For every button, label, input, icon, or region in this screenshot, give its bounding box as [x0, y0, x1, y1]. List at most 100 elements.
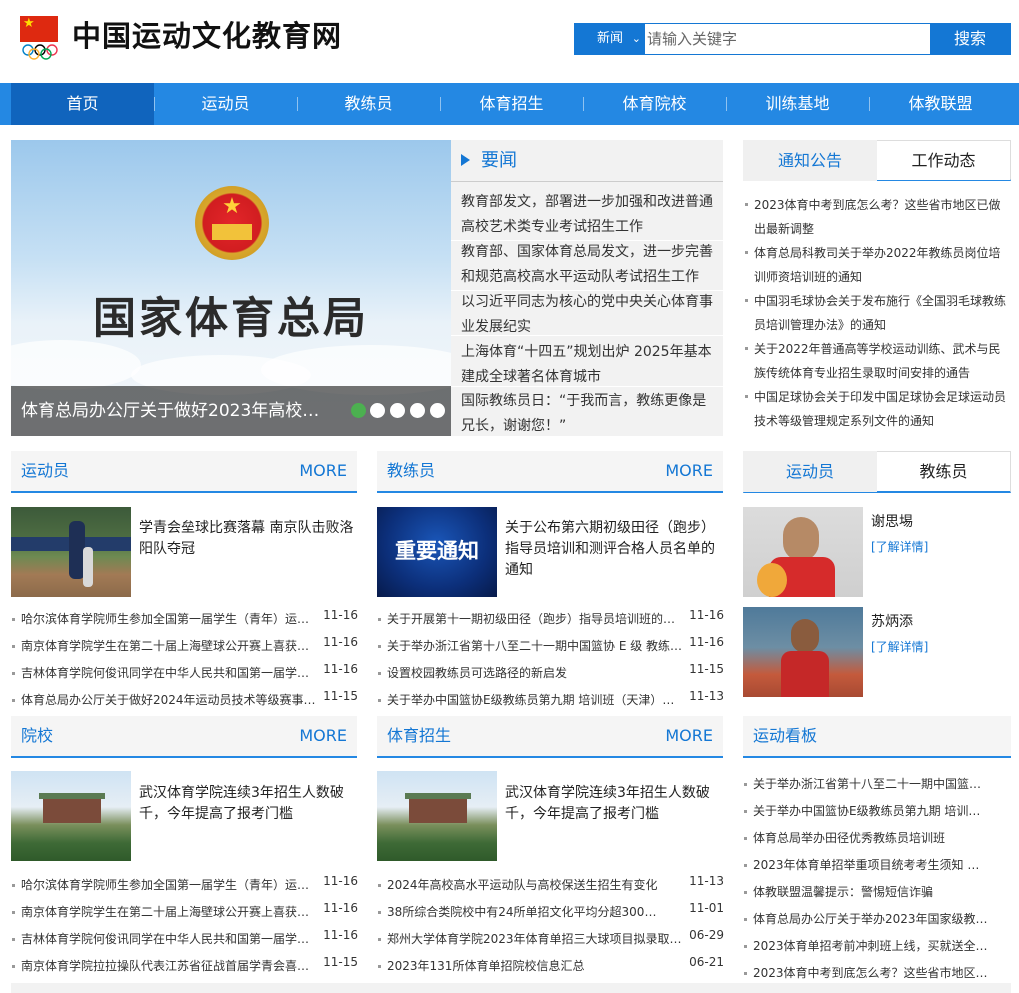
search-category-label: 新闻 [597, 31, 624, 46]
athletes-section-title[interactable]: 运动员 [21, 451, 69, 491]
athletes-feature-title[interactable]: 学青会垒球比赛落幕 南京队击败洛阳队夺冠 [139, 518, 355, 560]
list-item[interactable]: 南京体育学院拉拉操队代表江苏省征战首届学青会喜获佳绩… [21, 953, 321, 979]
athlete-photo-su[interactable] [743, 607, 863, 697]
colleges-more-link[interactable]: MORE [299, 716, 347, 756]
list-item[interactable]: 设置校园教练员可选路径的新启发 [387, 660, 687, 686]
important-notice-image[interactable]: 重要通知 [377, 507, 497, 597]
list-item[interactable]: 体育总局办公厅关于举办2023年国家级教… [753, 906, 993, 932]
colleges-feature-title[interactable]: 武汉体育学院连续3年招生人数破千，今年提高了报考门槛 [139, 783, 355, 825]
person-details-link[interactable]: [了解详情] [871, 538, 928, 556]
list-item[interactable]: 体教联盟温馨提示：警惕短信诈骗 [753, 879, 993, 905]
college-campus-photo[interactable] [377, 771, 497, 861]
headline-item[interactable]: 教育部、国家体育总局发文，进一步完善和规范高校高水平运动队考试招生工作 [461, 240, 719, 290]
tab-work-updates[interactable]: 工作动态 [877, 141, 1010, 180]
list-item[interactable]: 关于开展第十一期初级田径（跑步）指导员培训班的通知… [387, 606, 687, 632]
nav-item-colleges[interactable]: 体育院校 [583, 83, 726, 125]
list-item[interactable]: 郑州大学体育学院2023年体育单招三大球项目拟录取名单… [387, 926, 687, 952]
list-item-date: 06-29 [689, 928, 724, 942]
nav-item-alliance[interactable]: 体教联盟 [869, 83, 1012, 125]
list-item[interactable]: 南京体育学院学生在第二十届上海壁球公开赛上喜获佳绩… [21, 899, 321, 925]
bullet [12, 884, 15, 887]
coaches-feature-title[interactable]: 关于公布第六期初级田径（跑步）指导员培训和测评合格人员名单的通知 [505, 518, 721, 581]
college-campus-photo[interactable] [11, 771, 131, 861]
softball-game-photo[interactable] [11, 507, 131, 597]
list-item[interactable]: 关于举办中国篮协E级教练员第九期 培训班（天津）… [387, 687, 687, 713]
list-item[interactable]: 38所综合类院校中有24所单招文化平均分超300… [387, 899, 687, 925]
nav-item-athletes[interactable]: 运动员 [154, 83, 297, 125]
headline-item[interactable]: 以习近平同志为核心的党中央关心体育事业发展纪实 [461, 290, 719, 340]
bullet [12, 965, 15, 968]
notice-item[interactable]: 关于2022年普通高等学校运动训练、武术与民族传统体育专业招生录取时间安排的通告 [745, 337, 1012, 385]
headline-item[interactable]: 教育部发文，部署进一步加强和改进普通高校艺术类专业考试招生工作 [461, 190, 719, 240]
search-category-select[interactable]: 新闻 ⌄ [575, 24, 645, 54]
nav-item-admissions[interactable]: 体育招生 [440, 83, 583, 125]
admissions-more-link[interactable]: MORE [665, 716, 713, 756]
headlines-panel: 要闻 教育部发文，部署进一步加强和改进普通高校艺术类专业考试招生工作 教育部、国… [451, 140, 723, 436]
bullet [744, 972, 747, 975]
notice-item[interactable]: 体育总局科教司关于举办2022年教练员岗位培训师资培训班的通知 [745, 241, 1012, 289]
bullet [744, 837, 747, 840]
list-item[interactable]: 吉林体育学院何俊讯同学在中华人民共和国第一届学生运动会… [21, 926, 321, 952]
list-item[interactable]: 2023年131所体育单招院校信息汇总 [387, 953, 687, 979]
admissions-section-title[interactable]: 体育招生 [387, 716, 451, 756]
list-item[interactable]: 体育总局办公厅关于做好2024年运动员技术等级赛事… [21, 687, 321, 713]
admissions-feature-title[interactable]: 武汉体育学院连续3年招生人数破千，今年提高了报考门槛 [505, 783, 721, 825]
notice-item[interactable]: 中国足球协会关于印发中国足球协会足球运动员技术等级管理规定系列文件的通知 [745, 385, 1012, 433]
headlines-title: 要闻 [481, 150, 517, 171]
slider-dot[interactable] [351, 403, 366, 418]
nav-item-coaches[interactable]: 教练员 [297, 83, 440, 125]
list-item[interactable]: 南京体育学院学生在第二十届上海壁球公开赛上喜获佳绩… [21, 633, 321, 659]
notice-item[interactable]: 2023体育中考到底怎么考？这些省市地区已做出最新调整 [745, 193, 1012, 241]
nav-item-training-bases[interactable]: 训练基地 [726, 83, 869, 125]
list-item[interactable]: 体育总局举办田径优秀教练员培训班 [753, 825, 993, 851]
tab-coaches[interactable]: 教练员 [877, 452, 1010, 491]
slider-dot[interactable] [390, 403, 405, 418]
athletes-more-link[interactable]: MORE [299, 451, 347, 491]
list-item[interactable]: 2024年高校高水平运动队与高校保送生招生有变化 [387, 872, 687, 898]
list-item[interactable]: 吉林体育学院何俊讯同学在中华人民共和国第一届学生运动会… [21, 660, 321, 686]
olympic-rings-icon [22, 44, 58, 60]
list-item[interactable]: 关于举办中国篮协E级教练员第九期 培训… [753, 798, 993, 824]
site-title[interactable]: 中国运动文化教育网 [72, 14, 342, 58]
tab-athletes[interactable]: 运动员 [743, 451, 877, 492]
list-item[interactable]: 哈尔滨体育学院师生参加全国第一届学生（青年）运动会… [21, 872, 321, 898]
person-name[interactable]: 谢思埸 [871, 512, 913, 532]
board-section-header: 运动看板 [743, 716, 1011, 758]
coaches-section-title[interactable]: 教练员 [387, 451, 435, 491]
bullet [744, 810, 747, 813]
notice-text: 中国羽毛球协会关于发布施行《全国羽毛球教练员培训管理办法》的通知 [754, 294, 1007, 332]
coaches-section-header: 教练员 MORE [377, 451, 723, 493]
person-details-link[interactable]: [了解详情] [871, 638, 928, 656]
slider-dot[interactable] [410, 403, 425, 418]
list-item[interactable]: 哈尔滨体育学院师生参加全国第一届学生（青年）运动会… [21, 606, 321, 632]
list-item[interactable]: 关于举办浙江省第十八至二十一期中国篮协 E 级 教练员… [387, 633, 687, 659]
banner-slider[interactable]: ★ 国家体育总局 体育总局办公厅关于做好2023年高校… [11, 140, 451, 436]
banner-caption-bar: 体育总局办公厅关于做好2023年高校… [11, 386, 451, 436]
list-item[interactable]: 关于举办浙江省第十八至二十一期中国篮协 … [753, 771, 993, 797]
notice-item[interactable]: 中国羽毛球协会关于发布施行《全国羽毛球教练员培训管理办法》的通知 [745, 289, 1012, 337]
bullet [12, 938, 15, 941]
headline-item[interactable]: 上海体育“十四五”规划出炉 2025年基本建成全球著名体育城市 [461, 340, 719, 390]
person-name[interactable]: 苏炳添 [871, 612, 913, 632]
headline-item[interactable]: 国际教练员日：“于我而言，教练更像是兄长，谢谢您！” [461, 389, 719, 439]
list-item-date: 11-16 [323, 874, 358, 888]
list-item-date: 11-16 [323, 928, 358, 942]
notice-text: 中国足球协会关于印发中国足球协会足球运动员技术等级管理规定系列文件的通知 [754, 390, 1007, 428]
slider-dot[interactable] [430, 403, 445, 418]
athlete-photo-xie[interactable] [743, 507, 863, 597]
list-item[interactable]: 2023年体育单招举重项目统考考生须知 … [753, 852, 993, 878]
colleges-section-title[interactable]: 院校 [21, 716, 53, 756]
list-item-date: 11-16 [689, 635, 724, 649]
list-item[interactable]: 2023体育单招考前冲刺班上线，买就送全… [753, 933, 993, 959]
banner-caption[interactable]: 体育总局办公厅关于做好2023年高校… [21, 386, 341, 436]
bullet [378, 672, 381, 675]
tab-notices[interactable]: 通知公告 [743, 140, 877, 181]
search-button[interactable]: 搜索 [930, 24, 1010, 54]
list-item[interactable]: 2023体育中考到底怎么考？这些省市地区… [753, 960, 993, 986]
nav-item-home[interactable]: 首页 [11, 83, 154, 125]
search-input[interactable] [645, 24, 931, 54]
coaches-more-link[interactable]: MORE [665, 451, 713, 491]
slider-dot[interactable] [370, 403, 385, 418]
list-item-date: 11-16 [323, 901, 358, 915]
board-section-title[interactable]: 运动看板 [753, 716, 817, 756]
